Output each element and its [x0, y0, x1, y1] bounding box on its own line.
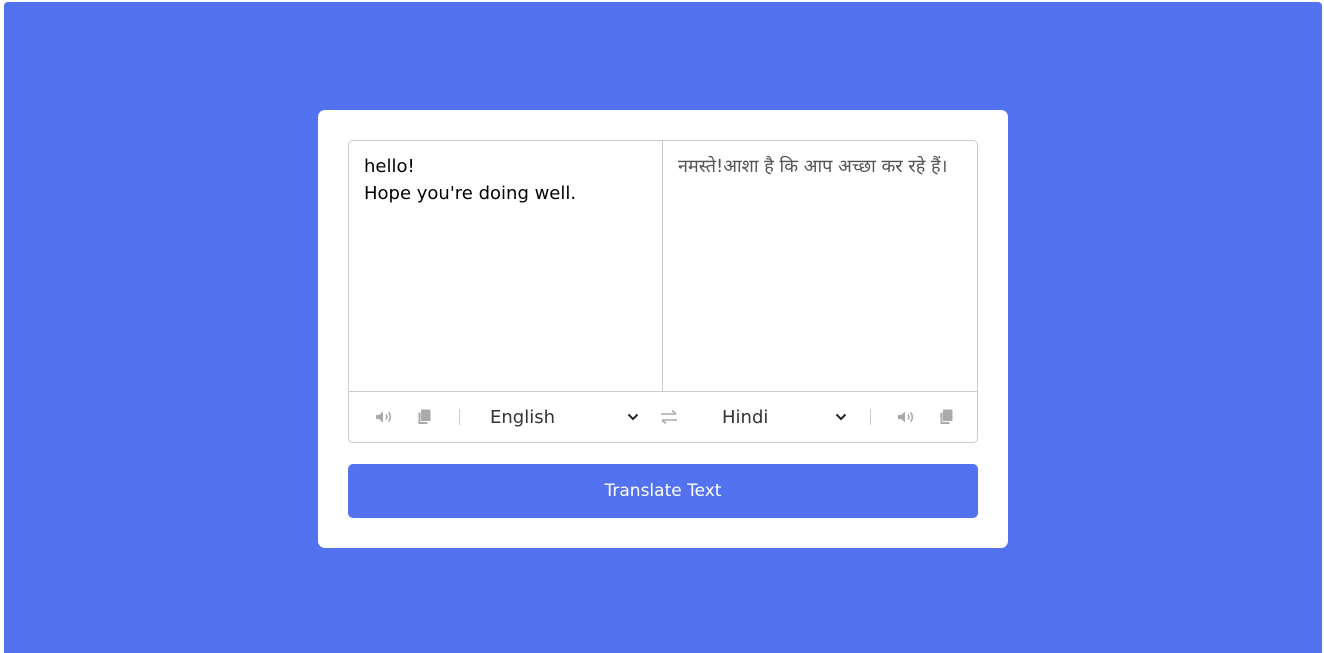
to-text-area[interactable]: नमस्ते!आशा है कि आप अच्छा कर रहे हैं।	[663, 141, 977, 391]
to-icons	[871, 406, 957, 428]
to-language-label: Hindi	[722, 406, 769, 428]
exchange-icon[interactable]	[654, 402, 684, 432]
from-icons	[373, 406, 459, 428]
divider	[459, 409, 460, 425]
translator-card: hello! Hope you're doing well. नमस्ते!आश…	[318, 110, 1008, 548]
from-language-select[interactable]: English	[490, 402, 640, 432]
translate-button[interactable]: Translate Text	[348, 464, 978, 518]
from-language-label: English	[490, 406, 555, 428]
from-copy-icon[interactable]	[413, 406, 435, 428]
controls-bar: English Hindi	[349, 392, 977, 442]
chevron-down-icon	[834, 410, 848, 424]
to-language-select[interactable]: Hindi	[722, 402, 848, 432]
from-speak-icon[interactable]	[373, 406, 395, 428]
chevron-down-icon	[626, 410, 640, 424]
text-input-area: hello! Hope you're doing well. नमस्ते!आश…	[349, 141, 977, 392]
from-text-area[interactable]: hello! Hope you're doing well.	[349, 141, 663, 391]
to-copy-icon[interactable]	[935, 406, 957, 428]
translator-wrapper: hello! Hope you're doing well. नमस्ते!आश…	[348, 140, 978, 443]
page-background: hello! Hope you're doing well. नमस्ते!आश…	[4, 2, 1322, 653]
to-speak-icon[interactable]	[895, 406, 917, 428]
